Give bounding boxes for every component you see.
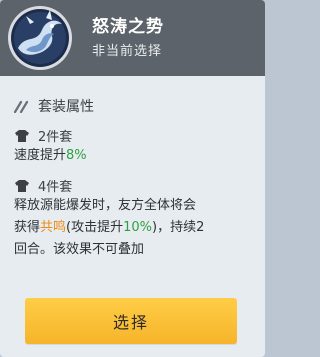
- select-button-label: 选择: [112, 313, 149, 332]
- four-piece-line-2-mid: (攻击提升: [66, 220, 124, 235]
- four-piece-line-1: 释放源能爆发时，友方全体将会: [14, 198, 197, 213]
- set-name-title: 怒涛之势: [92, 17, 164, 37]
- attack-boost-value: 10%: [123, 220, 153, 235]
- section-header: 套装属性: [14, 96, 94, 116]
- two-piece-value: 8%: [66, 148, 87, 163]
- two-piece-description: 速度提升8%: [14, 145, 254, 167]
- four-piece-label: 4件套: [38, 180, 73, 195]
- slash-icon: [14, 100, 29, 113]
- section-title: 套装属性: [38, 99, 94, 115]
- four-piece-description: 释放源能爆发时，友方全体将会 获得共鸣(攻击提升10%)，持续2 回合。该效果不…: [14, 195, 254, 261]
- set-bonus-panel: 怒涛之势 非当前选择 套装属性 2件套 速度提升8% 4件套 释放源能爆发时，友…: [0, 0, 265, 357]
- shirt-icon: [15, 179, 29, 192]
- select-button[interactable]: 选择: [25, 298, 237, 344]
- resonance-keyword: 共鸣: [40, 220, 67, 235]
- four-piece-line-3: 回合。该效果不可叠加: [14, 242, 145, 257]
- two-piece-header: 2件套: [14, 126, 72, 145]
- four-piece-line-2-suffix: )，持续2: [152, 220, 205, 235]
- two-piece-label: 2件套: [38, 130, 73, 145]
- selection-status: 非当前选择: [92, 44, 163, 59]
- two-piece-desc-text: 速度提升: [14, 148, 67, 163]
- four-piece-line-2-prefix: 获得: [14, 220, 41, 235]
- panel-header: 怒涛之势 非当前选择: [0, 0, 265, 76]
- four-piece-header: 4件套: [14, 176, 72, 195]
- shirt-icon: [15, 129, 29, 142]
- four-piece-line-2: 获得共鸣(攻击提升10%)，持续2: [14, 217, 254, 239]
- wave-emblem-icon: [8, 6, 72, 70]
